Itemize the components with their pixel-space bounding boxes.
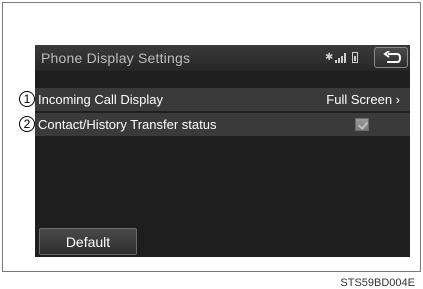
page-title: Phone Display Settings [41,50,191,66]
battery-icon [352,52,358,63]
incoming-call-display-label: Incoming Call Display [38,92,163,107]
signal-strength-icon [335,53,349,63]
contact-history-transfer-label: Contact/History Transfer status [38,117,217,132]
callout-1: 1 [19,91,35,107]
figure-caption: STS59BD004E [340,277,415,289]
status-indicators: ✱ [325,52,365,64]
phone-display-settings-screen: Phone Display Settings ✱ Incoming Call D… [35,45,410,257]
bluetooth-icon: ✱ [325,52,334,63]
incoming-call-display-value: Full Screen › [326,92,400,107]
back-button[interactable] [374,47,408,68]
incoming-call-display-row[interactable]: Incoming Call Display Full Screen › [35,88,410,112]
contact-history-transfer-row[interactable]: Contact/History Transfer status [35,113,410,137]
transfer-status-checkbox[interactable] [355,118,369,131]
callout-2: 2 [19,116,35,132]
default-button-label: Default [65,234,111,250]
header-bar: Phone Display Settings ✱ [35,45,410,71]
back-arrow-icon [383,51,402,63]
default-button[interactable]: Default [39,228,137,255]
